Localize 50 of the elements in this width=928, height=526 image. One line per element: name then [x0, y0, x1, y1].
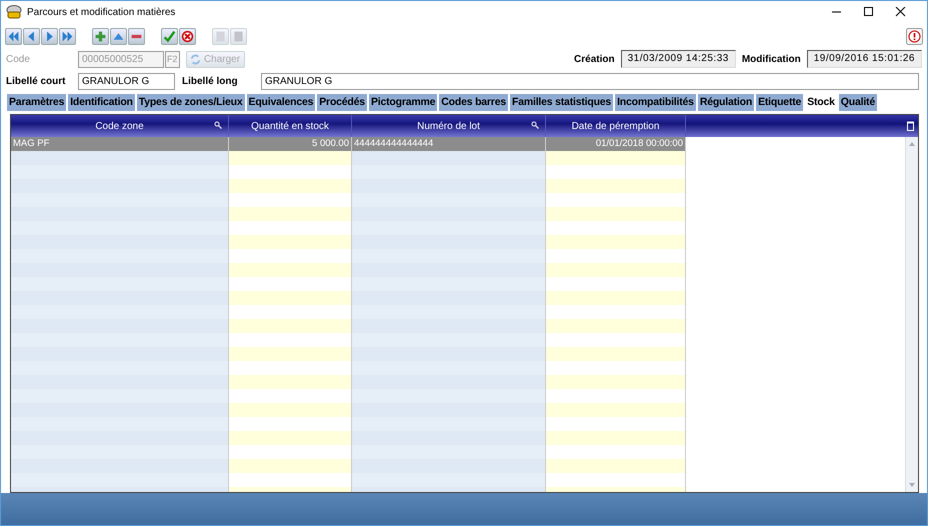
cancel-button[interactable]: [179, 28, 196, 44]
next-button[interactable]: [41, 28, 58, 44]
long-label-field[interactable]: GRANULOR G: [261, 72, 919, 90]
tab[interactable]: Régulation: [698, 94, 754, 111]
first-record-button[interactable]: [5, 28, 22, 44]
table-cell: 444444444444444: [352, 137, 546, 151]
tab[interactable]: Pictogramme: [368, 94, 438, 111]
cancel-icon: [181, 30, 194, 42]
plus-button[interactable]: [92, 28, 109, 44]
plus-icon: [94, 30, 107, 42]
previous-button[interactable]: [23, 28, 40, 44]
column-header[interactable]: Numéro de lot: [417, 118, 480, 134]
modification-date-field: 19/09/2016 15:01:26: [806, 50, 922, 68]
tab[interactable]: Procédés: [317, 94, 367, 111]
first-record-icon: [7, 30, 20, 42]
refresh-icon: [190, 54, 201, 64]
document-icon: [214, 30, 227, 42]
last-record-button[interactable]: [59, 28, 76, 44]
tab[interactable]: Paramètres: [7, 94, 66, 111]
tab[interactable]: Familles statistiques: [510, 94, 614, 111]
tab[interactable]: Etiquette: [756, 94, 804, 111]
table-cell: MAG PF: [11, 137, 229, 151]
short-label-label: Libellé court: [6, 74, 66, 88]
minus-button[interactable]: [128, 28, 145, 44]
up-triangle-button[interactable]: [110, 28, 127, 44]
tab[interactable]: Qualité: [838, 94, 877, 111]
tab[interactable]: Identification: [68, 94, 135, 111]
tab[interactable]: Equivalences: [246, 94, 316, 111]
table-cell: 01/01/2018 00:00:00: [546, 137, 686, 151]
code-label: Code: [6, 52, 31, 66]
tab[interactable]: Codes barres: [439, 94, 508, 111]
short-label-field[interactable]: GRANULOR G: [78, 72, 175, 90]
column-header[interactable]: Quantité en stock: [251, 118, 329, 134]
alert-icon: [906, 28, 923, 44]
tab[interactable]: Incompatibilités: [615, 94, 696, 111]
window-title: Parcours et modification matières: [27, 6, 176, 20]
tab[interactable]: Types de zones/Lieux: [136, 94, 245, 111]
delete-column-icon: [907, 121, 914, 131]
document-icon: [232, 30, 245, 42]
long-label-label: Libellé long: [182, 74, 239, 88]
app-logo-icon: [6, 5, 22, 20]
modification-label: Modification: [742, 52, 801, 66]
check-icon: [163, 30, 176, 42]
creation-label: Création: [574, 52, 615, 66]
column-header[interactable]: Date de péremption: [572, 118, 660, 134]
table-cell: 5 000.00: [229, 137, 352, 151]
column-header[interactable]: Code zone: [95, 118, 144, 134]
check-button[interactable]: [161, 28, 178, 44]
last-record-icon: [61, 30, 74, 42]
creation-date-field: 31/03/2009 14:25:33: [620, 50, 736, 68]
